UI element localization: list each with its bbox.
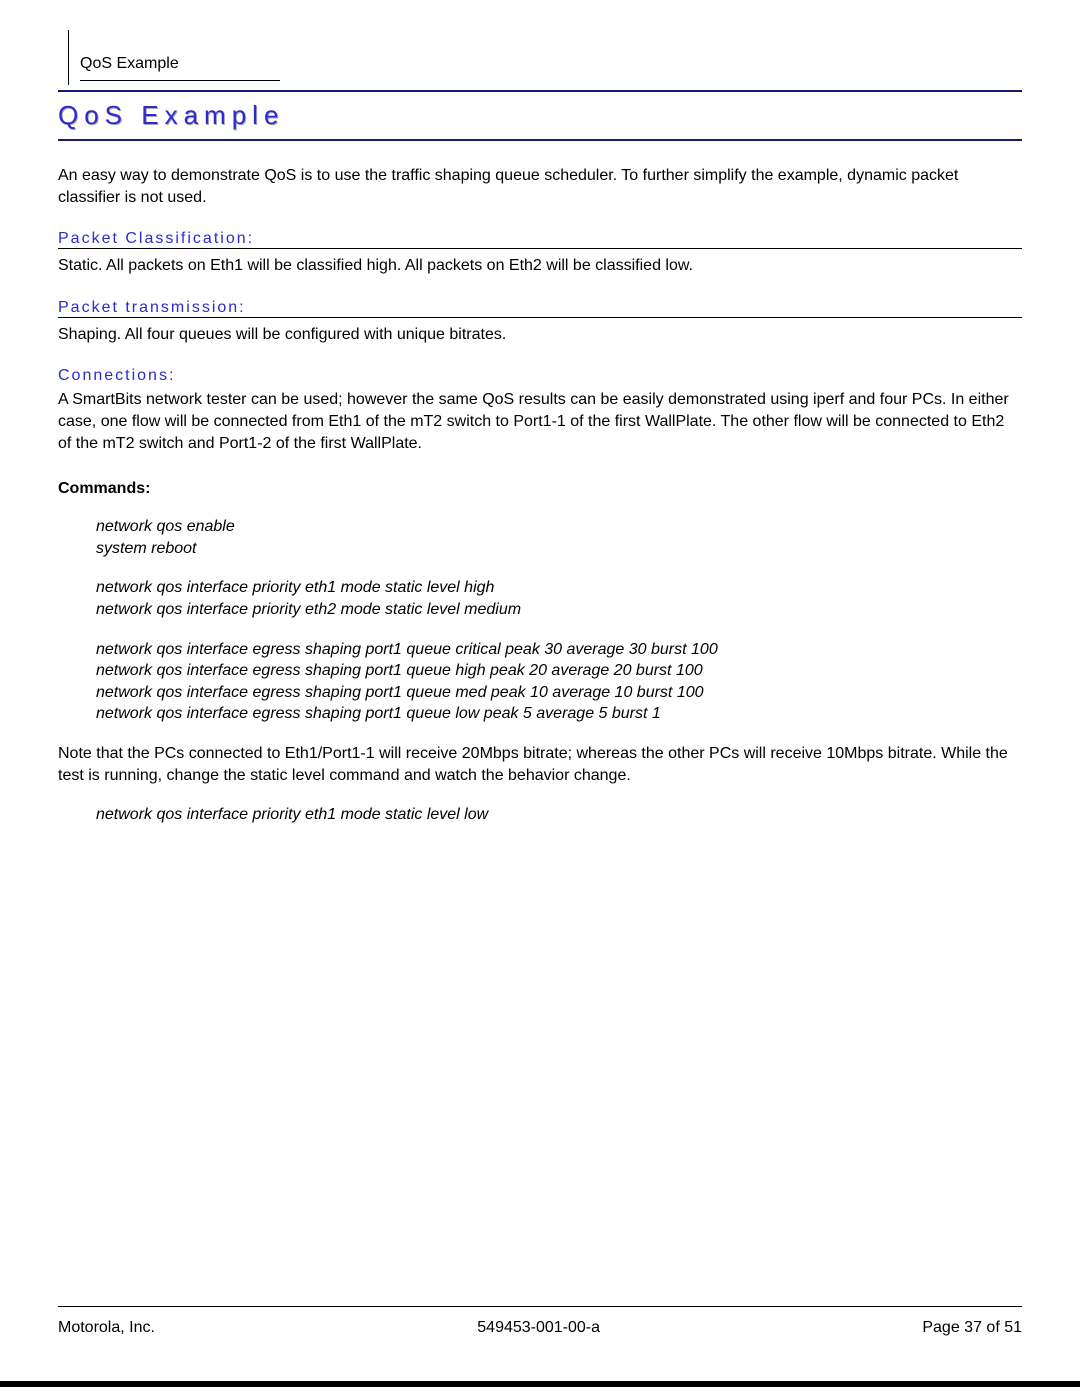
section-heading-connections: Connections:	[58, 367, 1022, 385]
page: QoS Example QoS Example An easy way to d…	[0, 0, 1080, 1397]
content: An easy way to demonstrate QoS is to use…	[58, 141, 1022, 826]
command-line: network qos interface egress shaping por…	[96, 660, 1022, 682]
command-block-final: network qos interface priority eth1 mode…	[96, 804, 1022, 826]
command-line: system reboot	[96, 538, 1022, 560]
command-line: network qos interface egress shaping por…	[96, 682, 1022, 704]
page-title: QoS Example	[58, 92, 1022, 139]
transmission-body: Shaping. All four queues will be configu…	[58, 324, 1022, 346]
intro-paragraph: An easy way to demonstrate QoS is to use…	[58, 165, 1022, 208]
running-header: QoS Example	[80, 55, 179, 73]
note-paragraph: Note that the PCs connected to Eth1/Port…	[58, 743, 1022, 786]
section-rule	[58, 248, 1022, 249]
section-rule	[58, 317, 1022, 318]
command-line: network qos interface priority eth1 mode…	[96, 804, 1022, 826]
header-area: QoS Example	[58, 40, 1022, 90]
command-line: network qos interface priority eth2 mode…	[96, 599, 1022, 621]
connections-body: A SmartBits network tester can be used; …	[58, 389, 1022, 454]
command-line: network qos interface egress shaping por…	[96, 639, 1022, 661]
command-block-1: network qos enable system reboot	[96, 516, 1022, 559]
command-line: network qos enable	[96, 516, 1022, 538]
bottom-black-bar	[0, 1381, 1080, 1387]
footer: Motorola, Inc. 549453-001-00-a Page 37 o…	[58, 1306, 1022, 1337]
command-line: network qos interface egress shaping por…	[96, 703, 1022, 725]
header-vertical-rule	[68, 30, 69, 85]
command-line: network qos interface priority eth1 mode…	[96, 577, 1022, 599]
commands-label: Commands:	[58, 480, 1022, 498]
section-heading-classification: Packet Classification:	[58, 230, 1022, 248]
footer-right: Page 37 of 51	[922, 1319, 1022, 1337]
footer-center: 549453-001-00-a	[477, 1319, 600, 1337]
footer-left: Motorola, Inc.	[58, 1319, 155, 1337]
running-header-rule	[80, 80, 280, 81]
command-block-2: network qos interface priority eth1 mode…	[96, 577, 1022, 620]
classification-body: Static. All packets on Eth1 will be clas…	[58, 255, 1022, 277]
section-heading-transmission: Packet transmission:	[58, 299, 1022, 317]
footer-rule	[58, 1306, 1022, 1307]
footer-row: Motorola, Inc. 549453-001-00-a Page 37 o…	[58, 1319, 1022, 1337]
command-block-3: network qos interface egress shaping por…	[96, 639, 1022, 725]
